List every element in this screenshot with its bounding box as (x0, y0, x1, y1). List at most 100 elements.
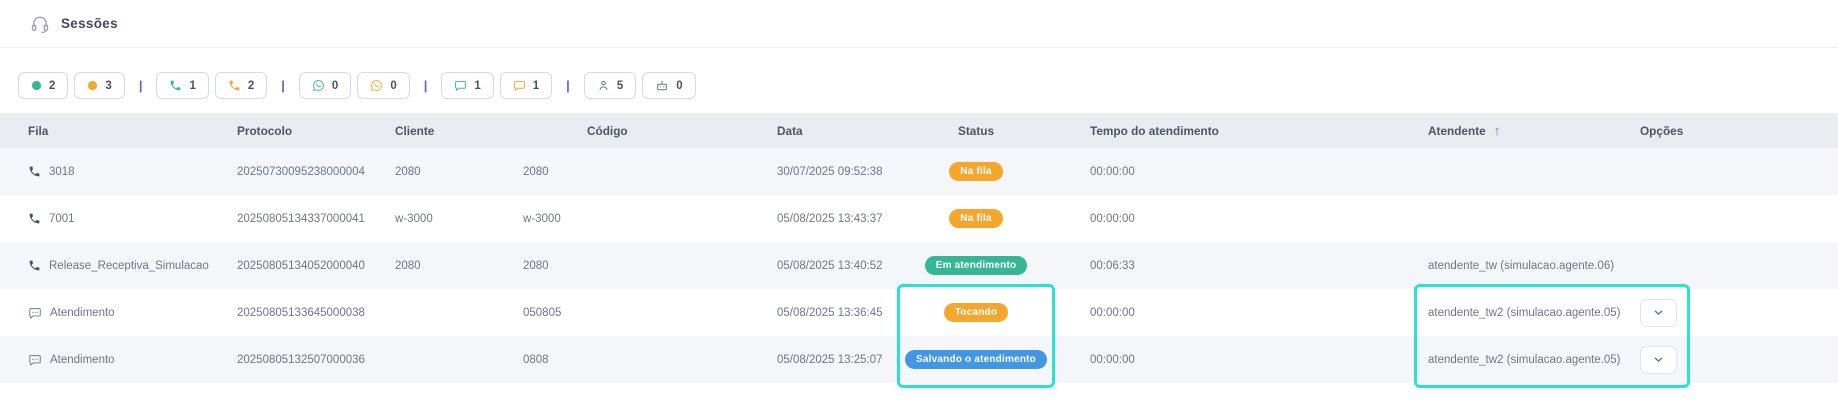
header-cliente[interactable]: Cliente (395, 124, 523, 138)
header-data[interactable]: Data (777, 124, 897, 138)
counter-badge-agents[interactable]: 5 (584, 72, 636, 99)
header-tempo[interactable]: Tempo do atendimento (1055, 124, 1428, 138)
phone-icon (28, 165, 41, 178)
cell-cliente: 2080 (395, 260, 523, 272)
counter-badge-chat-green[interactable]: 1 (441, 72, 493, 99)
whatsapp-icon (312, 79, 325, 92)
options-dropdown-button[interactable] (1640, 299, 1677, 327)
cell-fila: Atendimento (50, 307, 115, 319)
cell-protocolo: 20250805133645000038 (237, 307, 395, 319)
sort-asc-icon[interactable]: ↑ (1494, 123, 1501, 138)
table-row[interactable]: 7001 20250805134337000041 w-3000 w-3000 … (0, 195, 1838, 242)
chat-icon (28, 353, 42, 367)
header-fila[interactable]: Fila (0, 124, 237, 138)
status-badge: Na fila (949, 209, 1002, 228)
table-row[interactable]: 3018 20250730095238000004 2080 2080 30/0… (0, 148, 1838, 195)
cell-codigo: 2080 (523, 166, 777, 178)
cell-tempo: 00:00:00 (1055, 166, 1428, 178)
status-badge: Salvando o atendimento (905, 350, 1047, 369)
cell-atendente: atendente_tw2 (simulacao.agente.05) (1428, 307, 1640, 319)
counter-value: 2 (49, 80, 55, 92)
counter-value: 1 (474, 80, 480, 92)
cell-opcoes (1640, 346, 1838, 374)
cell-cliente: 2080 (395, 166, 523, 178)
status-badge: Na fila (949, 162, 1002, 181)
counter-value: 0 (676, 80, 682, 92)
headset-icon (30, 14, 50, 34)
counter-value: 1 (533, 80, 539, 92)
person-icon (597, 79, 610, 92)
group-separator: | (281, 78, 285, 93)
header-opcoes[interactable]: Opções (1640, 124, 1838, 138)
cell-protocolo: 20250805134337000041 (237, 213, 395, 225)
phone-icon (228, 79, 241, 92)
header-codigo[interactable]: Código (523, 124, 777, 138)
counter-badge-whatsapp-green[interactable]: 0 (299, 72, 351, 99)
dot-icon (31, 80, 42, 91)
options-dropdown-button[interactable] (1640, 346, 1677, 374)
cell-fila: Release_Receptiva_Simulacao (49, 260, 209, 272)
table-header-row: Fila Protocolo Cliente Código Data Statu… (0, 113, 1838, 148)
cell-tempo: 00:00:00 (1055, 307, 1428, 319)
sessions-table: Fila Protocolo Cliente Código Data Statu… (0, 113, 1838, 383)
group-separator: | (424, 78, 428, 93)
chevron-down-icon (1652, 306, 1665, 319)
counter-badge-chat-orange[interactable]: 1 (500, 72, 552, 99)
header-status[interactable]: Status (897, 124, 1055, 138)
cell-data: 05/08/2025 13:43:37 (777, 213, 897, 225)
table-row[interactable]: Atendimento 20250805133645000038 050805 … (0, 289, 1838, 336)
cell-fila: Atendimento (50, 354, 115, 366)
dot-icon (87, 80, 98, 91)
cell-protocolo: 20250805132507000036 (237, 354, 395, 366)
cell-tempo: 00:00:00 (1055, 213, 1428, 225)
phone-icon (28, 212, 41, 225)
counter-badge-sessions-orange[interactable]: 3 (74, 72, 124, 99)
cell-protocolo: 20250730095238000004 (237, 166, 395, 178)
table-row[interactable]: Atendimento 20250805132507000036 0808 05… (0, 336, 1838, 383)
cell-data: 05/08/2025 13:40:52 (777, 260, 897, 272)
cell-data: 05/08/2025 13:36:45 (777, 307, 897, 319)
counter-value: 5 (617, 80, 623, 92)
cell-tempo: 00:06:33 (1055, 260, 1428, 272)
chat-icon (454, 79, 467, 92)
counter-value: 3 (105, 80, 111, 92)
bot-icon (655, 79, 669, 93)
cell-codigo: 050805 (523, 307, 777, 319)
cell-opcoes (1640, 299, 1838, 327)
titlebar: Sessões (0, 0, 1838, 48)
cell-codigo: 0808 (523, 354, 777, 366)
sessions-panel: Sessões 2 3 | 1 2 | 0 0 | (0, 0, 1838, 402)
counter-badge-calls-orange[interactable]: 2 (215, 72, 267, 99)
counter-badge-whatsapp-orange[interactable]: 0 (357, 72, 409, 99)
cell-fila: 7001 (49, 213, 75, 225)
cell-protocolo: 20250805134052000040 (237, 260, 395, 272)
cell-atendente: atendente_tw (simulacao.agente.06) (1428, 260, 1640, 272)
counter-value: 1 (189, 80, 195, 92)
chevron-down-icon (1652, 353, 1665, 366)
table-row[interactable]: Release_Receptiva_Simulacao 202508051340… (0, 242, 1838, 289)
cell-codigo: 2080 (523, 260, 777, 272)
counters-toolbar: 2 3 | 1 2 | 0 0 | 1 1 (18, 72, 1838, 99)
header-protocolo[interactable]: Protocolo (237, 124, 395, 138)
page-title: Sessões (61, 16, 118, 31)
chat-icon (513, 79, 526, 92)
counter-badge-sessions-green[interactable]: 2 (18, 72, 68, 99)
group-separator: | (139, 78, 143, 93)
whatsapp-icon (370, 79, 383, 92)
cell-data: 30/07/2025 09:52:38 (777, 166, 897, 178)
counter-badge-bots[interactable]: 0 (642, 72, 695, 99)
cell-codigo: w-3000 (523, 213, 777, 225)
header-atendente-label: Atendente (1428, 124, 1486, 138)
counter-value: 0 (332, 80, 338, 92)
counter-value: 2 (248, 80, 254, 92)
header-atendente[interactable]: Atendente ↑ (1428, 123, 1640, 138)
counter-badge-calls-green[interactable]: 1 (156, 72, 208, 99)
phone-icon (28, 259, 41, 272)
chat-icon (28, 306, 42, 320)
cell-cliente: w-3000 (395, 213, 523, 225)
cell-data: 05/08/2025 13:25:07 (777, 354, 897, 366)
status-badge: Em atendimento (925, 256, 1028, 275)
group-separator: | (566, 78, 570, 93)
counter-value: 0 (390, 80, 396, 92)
status-badge: Tocando (944, 303, 1008, 322)
